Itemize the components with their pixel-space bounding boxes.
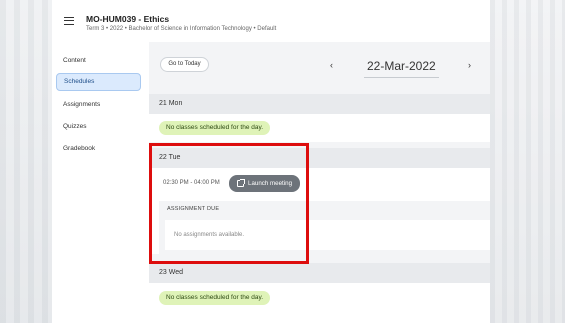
go-to-today-button[interactable]: Go to Today (160, 57, 209, 72)
date-underline (364, 77, 439, 78)
chevron-right-icon[interactable]: › (468, 60, 471, 70)
current-date[interactable]: 22-Mar-2022 (367, 59, 436, 73)
course-header: MO-HUM039 - Ethics Term 3 • 2022 • Bache… (52, 0, 490, 42)
day-header-23-wed: 23 Wed (149, 263, 490, 283)
sidebar: Content Schedules Assignments Quizzes Gr… (52, 42, 149, 323)
sidebar-item-quizzes[interactable]: Quizzes (56, 118, 141, 136)
background-right (490, 0, 565, 323)
day-label: 21 Mon (159, 100, 183, 107)
day-label: 23 Wed (159, 269, 183, 276)
course-meta: Term 3 • 2022 • Bachelor of Science in I… (86, 26, 277, 32)
no-classes-badge: No classes scheduled for the day. (159, 121, 271, 135)
day-card-21-mon: No classes scheduled for the day. (149, 114, 490, 142)
no-classes-badge: No classes scheduled for the day. (159, 291, 271, 305)
course-title: MO-HUM039 - Ethics (86, 14, 170, 24)
highlight-box (149, 143, 309, 264)
sidebar-item-content[interactable]: Content (56, 52, 141, 70)
day-header-21-mon: 21 Mon (149, 94, 490, 114)
sidebar-item-schedules[interactable]: Schedules (56, 73, 141, 91)
background-left (0, 0, 52, 323)
day-card-23-wed: No classes scheduled for the day. (149, 283, 490, 323)
chevron-left-icon[interactable]: ‹ (330, 60, 333, 70)
sidebar-item-assignments[interactable]: Assignments (56, 96, 141, 114)
sidebar-item-gradebook[interactable]: Gradebook (56, 140, 141, 158)
hamburger-menu-icon[interactable] (64, 17, 74, 25)
